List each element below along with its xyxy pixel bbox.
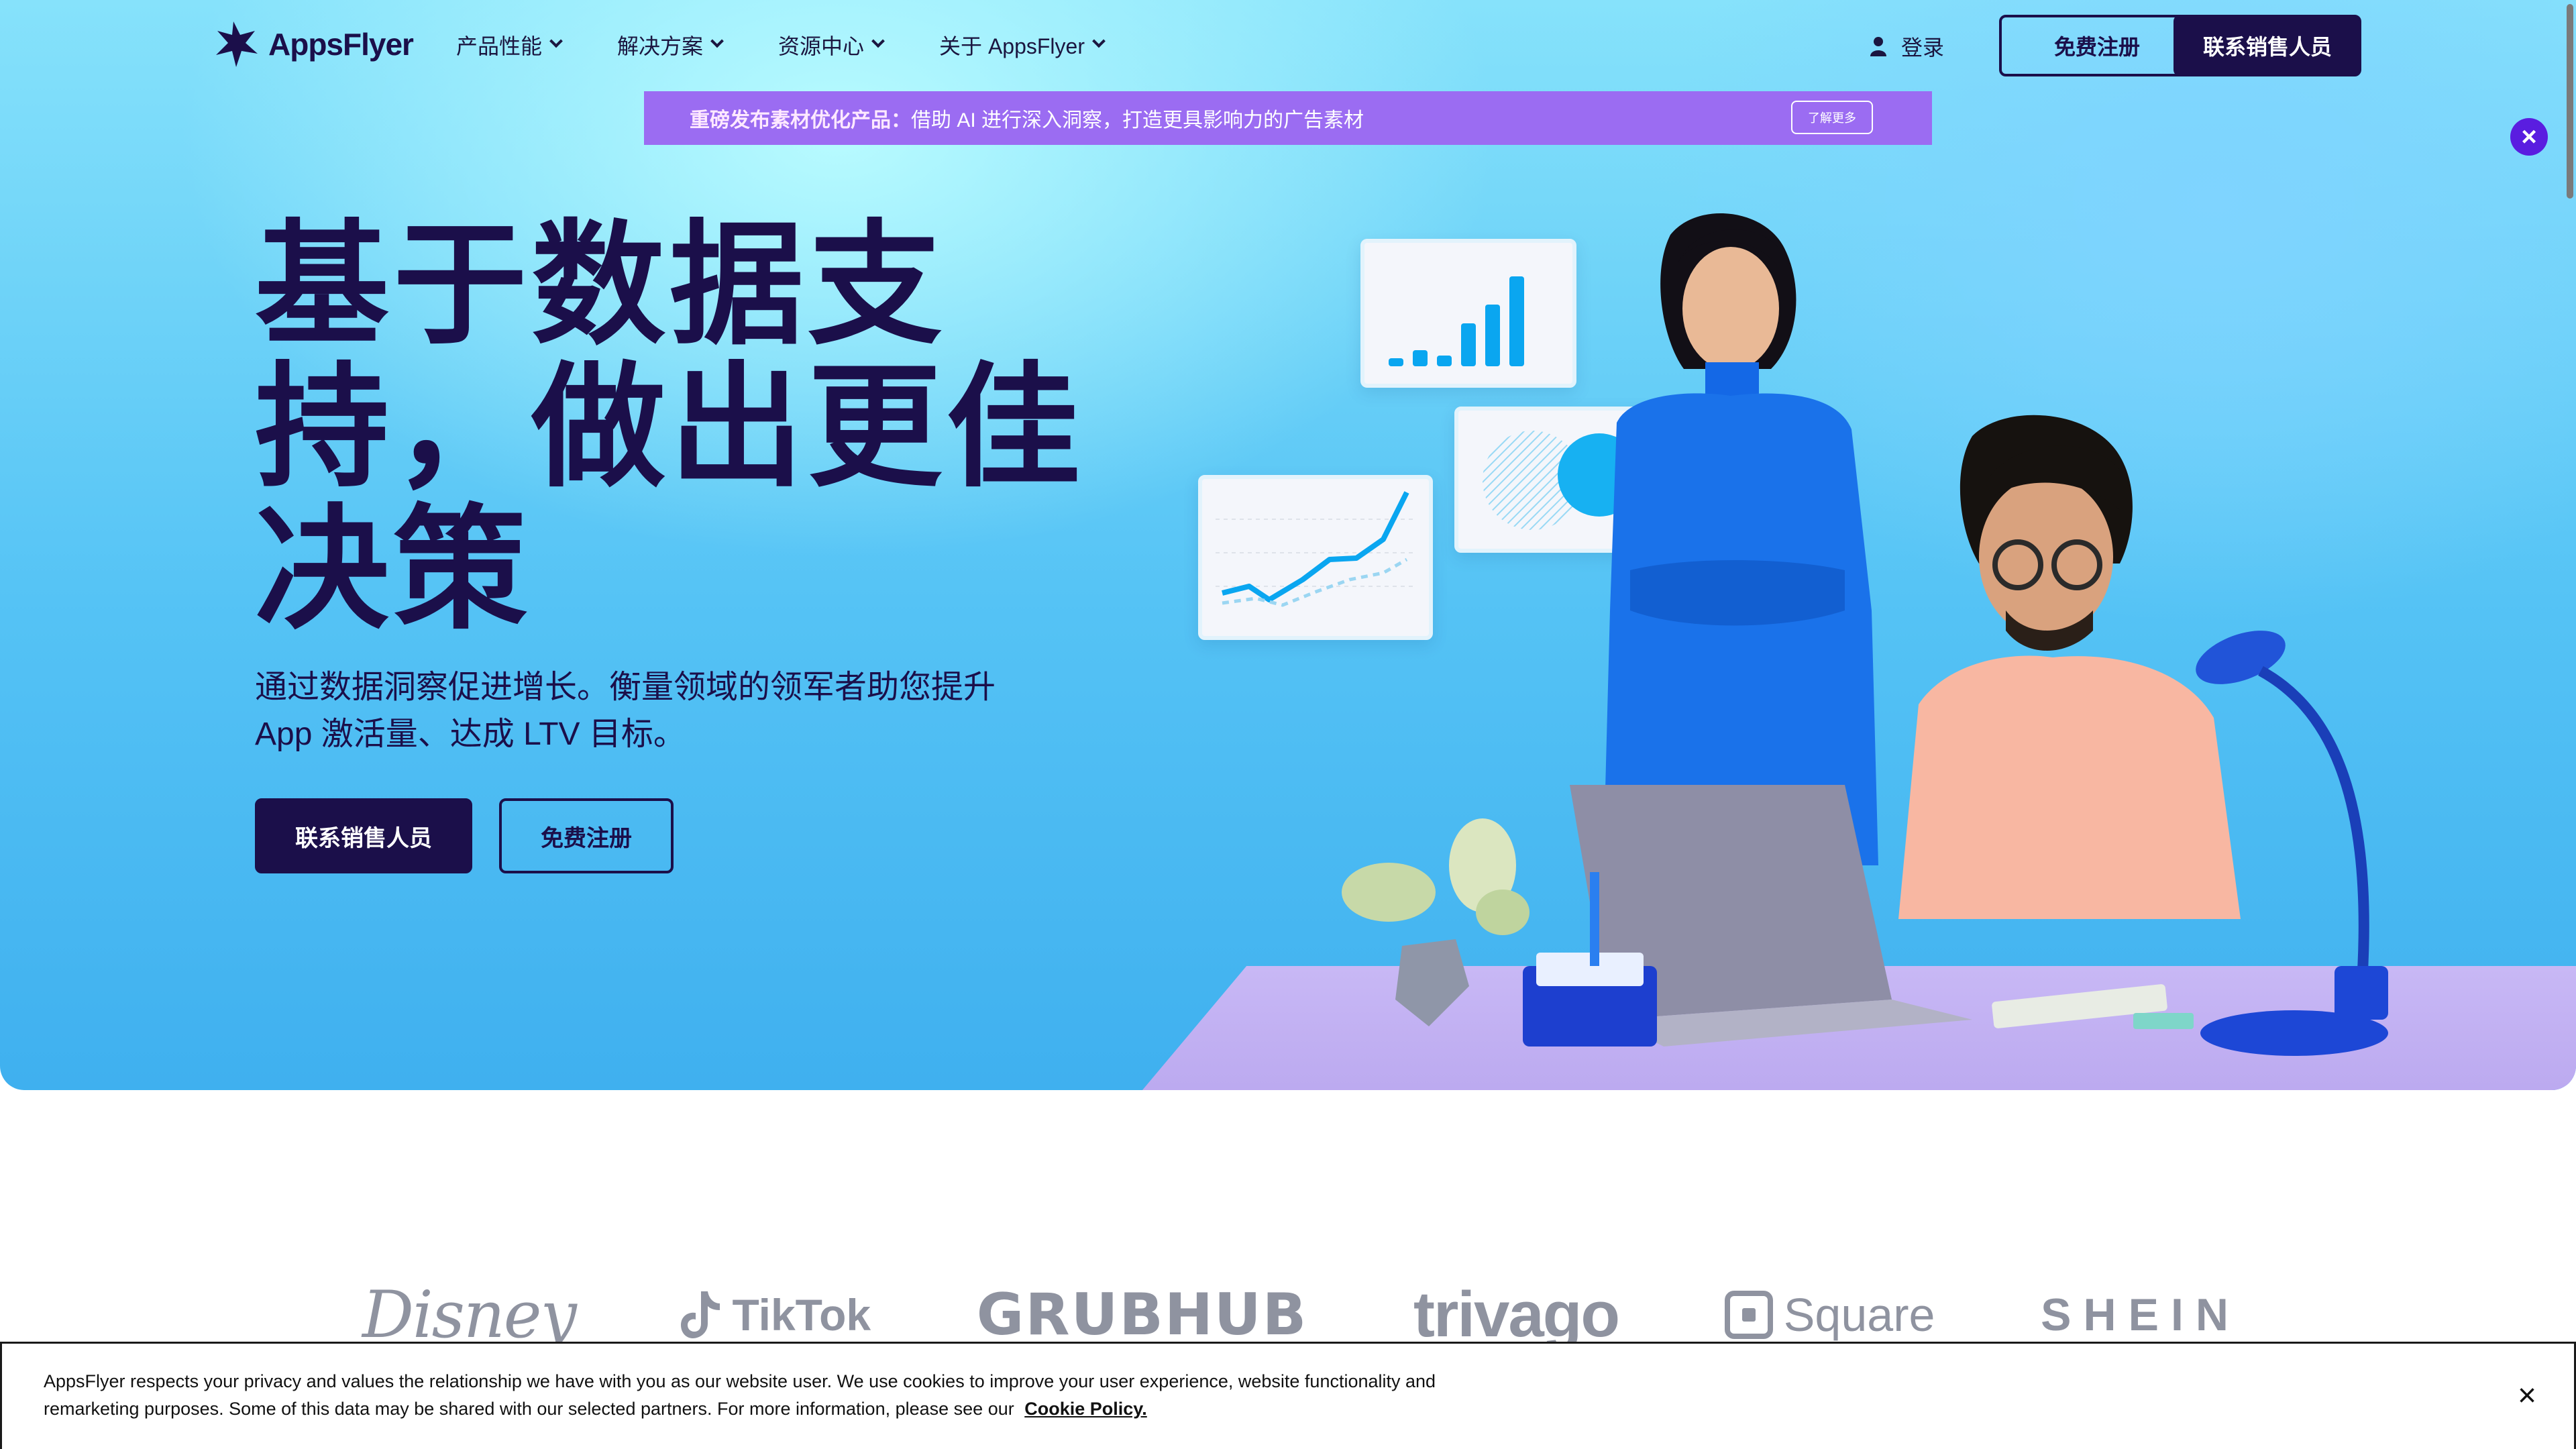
headline-line: 基于数据支 <box>255 207 947 364</box>
close-icon: × <box>2521 121 2537 152</box>
hero-subtext: 通过数据洞察促进增长。衡量领域的领军者助您提升 App 激活量、达成 LTV 目… <box>255 669 996 752</box>
page: AppsFlyer 产品性能 解决方案 资源中心 关于 AppsFlyer 登录… <box>0 0 2576 1449</box>
trivago-logo: trivago <box>1413 1278 1620 1352</box>
shein-logo: SHEIN <box>2041 1289 2241 1341</box>
login-label: 登录 <box>1901 36 1945 60</box>
grubhub-logo: GRUBHUB <box>977 1281 1308 1348</box>
hero-section: AppsFlyer 产品性能 解决方案 资源中心 关于 AppsFlyer 登录… <box>0 0 2576 1090</box>
scrollbar[interactable] <box>2564 0 2576 201</box>
logo-text: AppsFlyer <box>268 27 414 62</box>
square-logo: Square <box>1724 1288 1935 1342</box>
cookie-text: AppsFlyer respects your privacy and valu… <box>44 1368 1452 1423</box>
menu-item-solutions[interactable]: 解决方案 <box>617 30 724 60</box>
line-chart-illustration <box>1216 491 1417 607</box>
chevron-down-icon <box>710 34 724 48</box>
hero-contact-sales-button[interactable]: 联系销售人员 <box>255 798 472 873</box>
user-icon <box>1870 37 1886 56</box>
banner-text: 借助 AI 进行深入洞察，打造更具影响力的广告素材 <box>911 109 1364 131</box>
hero-signup-button[interactable]: 免费注册 <box>499 798 674 873</box>
menu-item-about[interactable]: 关于 AppsFlyer <box>939 30 1106 60</box>
trivago-logo-text: trivago <box>1413 1279 1620 1350</box>
close-icon: × <box>2518 1378 2537 1413</box>
square-logo-text: Square <box>1783 1289 1935 1341</box>
nav-signup-button[interactable]: 免费注册 <box>1999 15 2195 76</box>
login-link[interactable]: 登录 <box>1869 31 1944 62</box>
banner-strong-text: 重磅发布素材优化产品： <box>690 109 911 131</box>
tiktok-logo: TikTok <box>681 1289 871 1340</box>
chevron-down-icon <box>871 34 885 48</box>
grubhub-logo-text: GRUBHUB <box>976 1281 1308 1348</box>
organizer-illustration <box>1523 872 1657 1046</box>
headline-line: 持，做出更佳 <box>255 350 1085 506</box>
menu-item-label: 解决方案 <box>617 34 704 58</box>
menu-item-label: 资源中心 <box>778 34 865 58</box>
menu-item-resources[interactable]: 资源中心 <box>778 30 885 60</box>
tiktok-logo-text: TikTok <box>732 1290 871 1340</box>
scrollbar-thumb[interactable] <box>2567 4 2573 199</box>
menu-item-products[interactable]: 产品性能 <box>456 30 563 60</box>
chevron-down-icon <box>1092 34 1106 48</box>
appsflyer-logo-icon <box>216 21 258 67</box>
nav-contact-sales-button[interactable]: 联系销售人员 <box>2174 15 2361 76</box>
chevron-down-icon <box>549 34 563 48</box>
line-chart-card <box>1198 475 1433 640</box>
cookie-policy-link[interactable]: Cookie Policy. <box>1024 1399 1147 1419</box>
square-icon <box>1724 1291 1773 1339</box>
menu-item-label: 关于 AppsFlyer <box>939 34 1085 58</box>
appsflyer-logo[interactable]: AppsFlyer <box>213 20 414 68</box>
headline-line: 决策 <box>255 492 532 648</box>
cookie-consent-banner: AppsFlyer respects your privacy and valu… <box>0 1342 2576 1449</box>
menu-item-label: 产品性能 <box>456 34 543 58</box>
main-menu: 产品性能 解决方案 资源中心 关于 AppsFlyer <box>456 30 1160 60</box>
tiktok-icon <box>681 1291 720 1338</box>
announcement-banner: 重磅发布素材优化产品： 借助 AI 进行深入洞察，打造更具影响力的广告素材 了解… <box>644 91 1932 145</box>
hero-headline: 基于数据支 持，做出更佳 决策 <box>255 215 1100 641</box>
close-banner-button[interactable]: × <box>2510 118 2548 156</box>
cookie-message: AppsFlyer respects your privacy and valu… <box>44 1371 1436 1419</box>
top-nav: AppsFlyer 产品性能 解决方案 资源中心 关于 AppsFlyer 登录… <box>0 0 2576 91</box>
notebook-illustration <box>1992 984 2194 1029</box>
banner-learn-more-button[interactable]: 了解更多 <box>1791 101 1873 134</box>
cookie-close-button[interactable]: × <box>2518 1377 2536 1414</box>
shein-logo-text: SHEIN <box>2041 1289 2241 1340</box>
